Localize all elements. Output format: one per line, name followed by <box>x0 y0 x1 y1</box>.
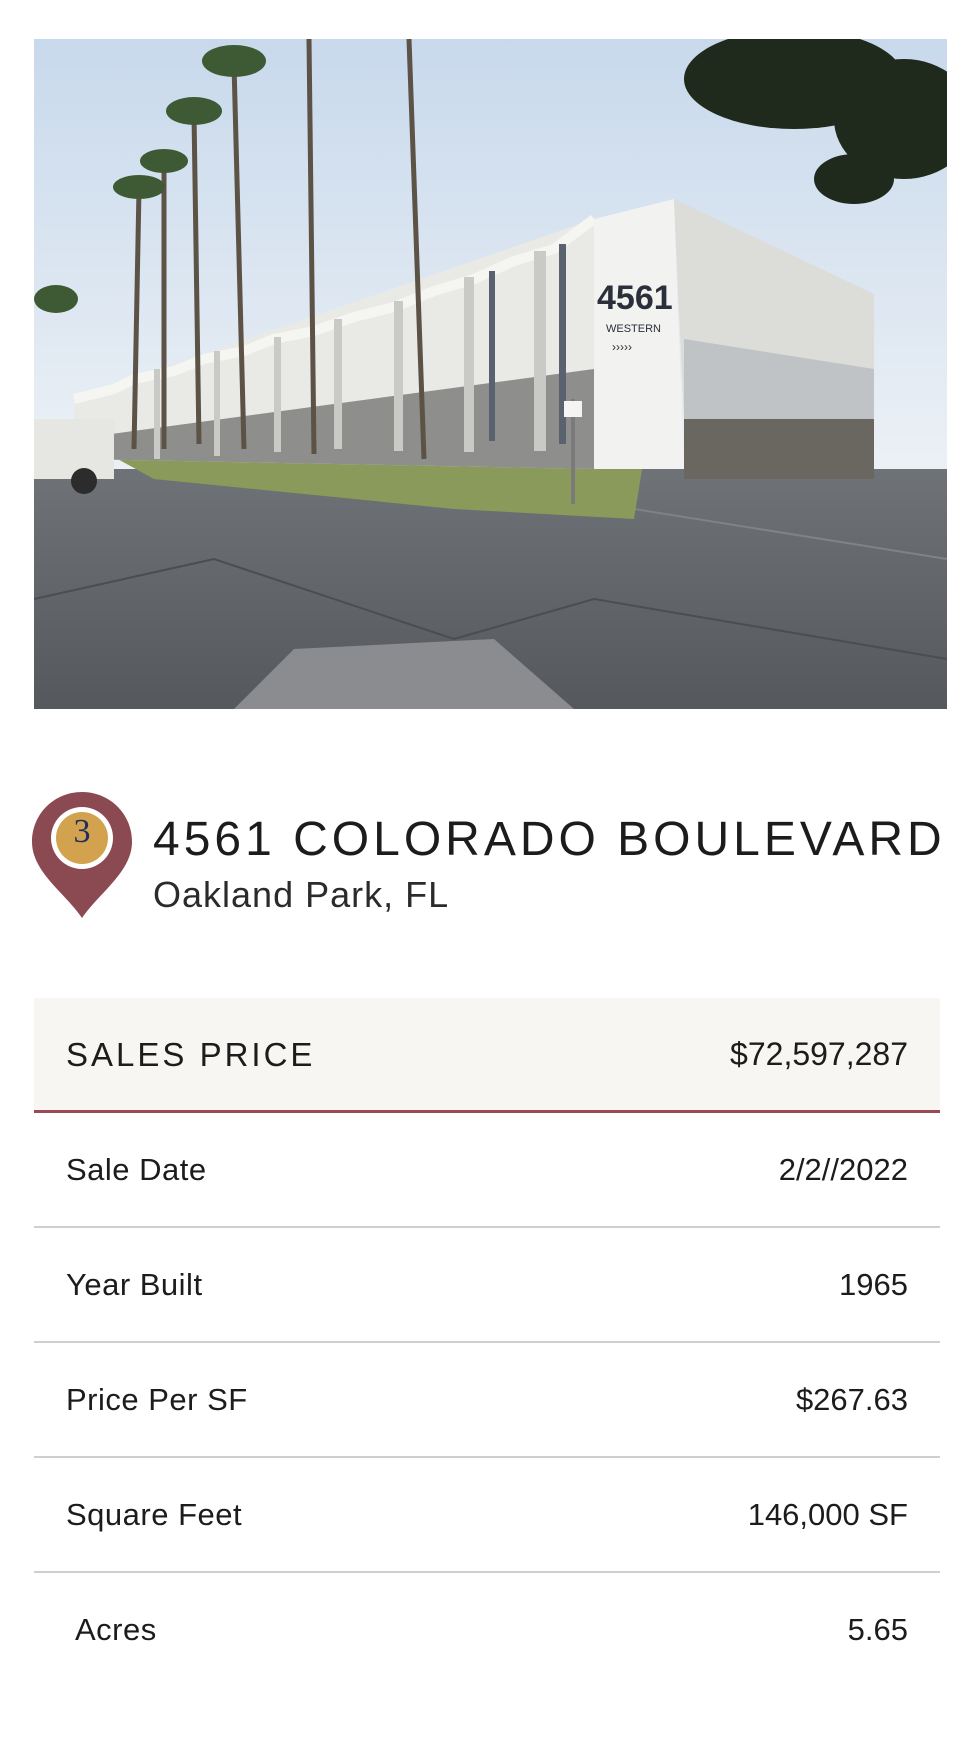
sale-date-value: 2/2//2022 <box>778 1152 908 1187</box>
square-feet-value: 146,000 SF <box>747 1497 908 1532</box>
year-built-value: 1965 <box>839 1267 908 1302</box>
marker-number: 3 <box>73 813 91 850</box>
sale-date-row: Sale Date 2/2//2022 <box>34 1113 940 1228</box>
map-marker-icon: 3 <box>30 790 134 920</box>
square-feet-label: Square Feet <box>66 1497 243 1532</box>
sales-price-label: SALES PRICE <box>66 1036 316 1073</box>
svg-text:›››››: ››››› <box>612 340 632 354</box>
price-per-sf-value: $267.63 <box>795 1382 908 1417</box>
acres-label: Acres <box>75 1612 157 1647</box>
year-built-label: Year Built <box>66 1267 203 1302</box>
year-built-row: Year Built 1965 <box>34 1228 940 1343</box>
building-sign-number: 4561 <box>597 279 673 317</box>
property-header: 3 4561 COLORADO BOULEVARD Oakland Park, … <box>30 790 950 930</box>
sales-price-value: $72,597,287 <box>730 1036 908 1072</box>
price-per-sf-row: Price Per SF $267.63 <box>34 1343 940 1458</box>
property-details-table: SALES PRICE $72,597,287 Sale Date 2/2//2… <box>34 998 940 1688</box>
building-image: 4561 WESTERN ››››› <box>34 39 947 709</box>
building-sign-text: WESTERN <box>606 323 661 335</box>
square-feet-row: Square Feet 146,000 SF <box>34 1458 940 1573</box>
property-address: 4561 COLORADO BOULEVARD <box>153 813 946 866</box>
sales-price-row: SALES PRICE $72,597,287 <box>34 998 940 1113</box>
property-photo: 4561 WESTERN ››››› <box>34 39 947 709</box>
acres-row: Acres 5.65 <box>34 1573 940 1688</box>
price-per-sf-label: Price Per SF <box>66 1382 248 1417</box>
sale-date-label: Sale Date <box>66 1152 207 1187</box>
property-city: Oakland Park, FL <box>153 874 450 915</box>
acres-value: 5.65 <box>847 1612 908 1647</box>
